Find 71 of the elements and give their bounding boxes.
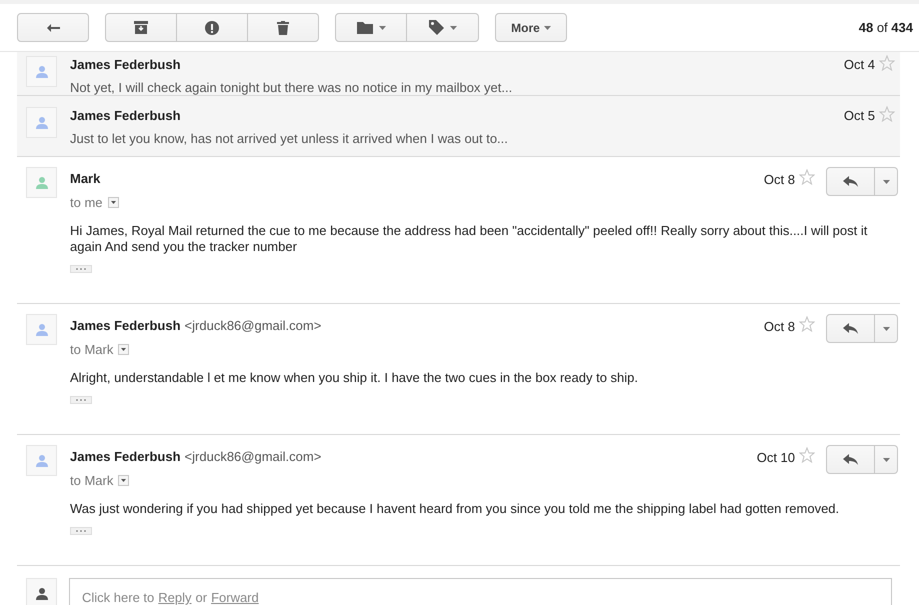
trash-icon [277, 20, 289, 34]
reply-button[interactable] [826, 314, 875, 343]
details-dropdown[interactable] [118, 344, 130, 355]
message-date: Oct 4 [844, 56, 875, 74]
more-options-button[interactable] [875, 167, 898, 196]
sender-name: James Federbush [70, 107, 182, 125]
caret-icon [544, 26, 551, 30]
caret-icon [378, 26, 386, 30]
message-body: Was just wondering if you had shipped yet because I havent heard from you since you told me the shipping label had gotten removed. [70, 501, 840, 517]
star-icon[interactable] [799, 169, 815, 185]
back-button[interactable] [17, 13, 89, 42]
avatar-icon [26, 578, 57, 605]
star-icon[interactable] [879, 106, 895, 122]
message-date: Oct 8 [764, 171, 795, 189]
sender-name: James Federbush [70, 317, 181, 335]
folder-icon [356, 21, 372, 34]
more-options-button[interactable] [875, 314, 898, 343]
collapsed-message[interactable]: James Federbush Just to let you know, has not arrived yet unless it arrived when I was out to... Oct 5 [17, 96, 900, 157]
message-date: Oct 8 [764, 318, 795, 336]
show-trimmed-button[interactable] [70, 527, 92, 535]
reply-icon [843, 323, 858, 334]
archive-icon [134, 21, 148, 34]
message-body: Hi James, Royal Mail returned the cue to me because the address had been "accidentally" peeled off!! Really sorry about this....I will post it again And send you the tracker number [70, 223, 868, 255]
reply-prompt: Click here to [82, 589, 154, 605]
more-options-button[interactable] [875, 445, 898, 474]
message-snippet: Not yet, I will check again tonight but there was no notice in my mailbox yet... [70, 78, 514, 97]
back-arrow-icon [46, 22, 60, 32]
message-snippet: Just to let you know, has not arrived yet unless it arrived when I was out to... [70, 130, 509, 148]
show-trimmed-button[interactable] [70, 396, 92, 404]
reply-icon [843, 176, 858, 187]
details-dropdown[interactable] [108, 196, 119, 208]
sender-email: <jrduck86@gmail.com> [184, 317, 322, 335]
caret-icon [882, 326, 890, 330]
collapsed-message[interactable]: James Federbush Not yet, I will check again tonight but there was no notice in my mailbox yet... Oct 4 [17, 52, 900, 96]
details-dropdown[interactable] [118, 474, 130, 486]
caret-icon [110, 200, 116, 204]
star-icon[interactable] [799, 447, 815, 463]
message-counter: 48 of 434 [858, 18, 913, 37]
reply-icon [843, 454, 858, 465]
recipient-label: to Mark [70, 340, 114, 358]
reply-button[interactable] [826, 167, 875, 196]
reply-prompt: or [196, 589, 208, 605]
caret-icon [450, 26, 456, 30]
sender-name: Mark [70, 170, 100, 188]
forward-link[interactable]: Forward [211, 588, 259, 605]
recipient-label: to me [70, 194, 103, 212]
caret-icon [121, 478, 126, 482]
sender-name: James Federbush [70, 448, 181, 466]
star-icon[interactable] [879, 55, 895, 71]
tag-icon [428, 20, 444, 35]
move-to-button[interactable] [335, 13, 407, 42]
message-body: Alright, understandable l et me know when you ship it. I have the two cues in the box ready to ship. [70, 370, 639, 386]
caret-icon [121, 348, 126, 351]
caret-icon [882, 458, 890, 462]
delete-button[interactable] [248, 13, 319, 42]
recipient-label: to Mark [70, 472, 114, 490]
more-button[interactable]: More [495, 13, 567, 42]
archive-button[interactable] [105, 13, 177, 42]
exclamation-icon [205, 20, 219, 34]
reply-button[interactable] [826, 445, 875, 474]
show-trimmed-button[interactable] [70, 265, 92, 273]
message-date: Oct 5 [844, 107, 875, 125]
star-icon[interactable] [799, 316, 815, 332]
message-date: Oct 10 [756, 449, 795, 467]
spam-button[interactable] [177, 13, 248, 42]
sender-name: James Federbush [70, 56, 182, 74]
reply-link[interactable]: Reply [158, 588, 192, 605]
reply-field[interactable]: Click here to Reply or Forward [69, 578, 892, 605]
sender-email: <jrduck86@gmail.com> [184, 448, 322, 466]
labels-button[interactable] [407, 13, 479, 42]
caret-icon [882, 180, 890, 184]
